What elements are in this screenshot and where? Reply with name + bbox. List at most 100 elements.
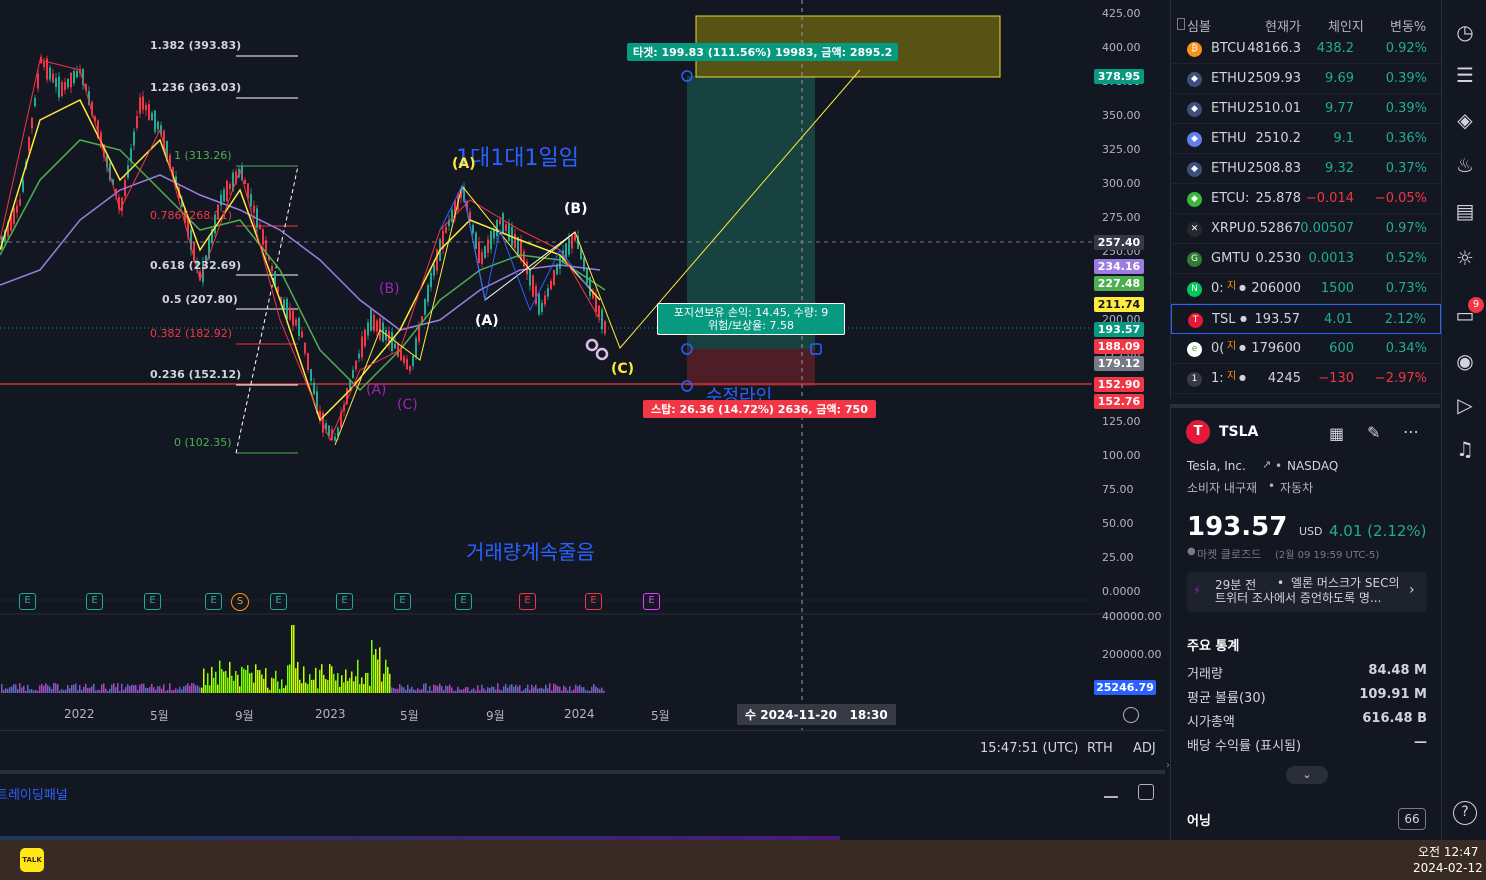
chevron-right-icon[interactable]: › bbox=[1409, 582, 1415, 598]
watchlist-price: 193.57 bbox=[1254, 312, 1301, 327]
price-tag: 193.57 bbox=[1094, 322, 1144, 337]
watchlist-row[interactable]: ◆ ETCU: 25.878 −0.014 −0.05% bbox=[1171, 184, 1441, 214]
maximize-icon[interactable] bbox=[1138, 784, 1154, 800]
watchlist-change: 9.77 bbox=[1325, 101, 1354, 116]
wave-label-a-yellow: (A) bbox=[452, 156, 476, 172]
price-axis-label: 100.00 bbox=[1102, 449, 1141, 462]
stop-zone bbox=[687, 349, 815, 386]
watchlist-row[interactable]: ◆ ETHU 2510.01 9.77 0.39% bbox=[1171, 94, 1441, 124]
detail-industry[interactable]: 자동차 bbox=[1280, 479, 1313, 496]
watchlist-change: 1500 bbox=[1320, 281, 1354, 296]
edit-icon[interactable]: ✎ bbox=[1367, 423, 1380, 442]
grid-view-icon[interactable]: ▦ bbox=[1329, 424, 1344, 443]
watchlist-row[interactable]: ✕ XRPU: 0.52867 0.00507 0.97% bbox=[1171, 214, 1441, 244]
drag-handle-icon[interactable] bbox=[1177, 18, 1185, 30]
earnings-title: 어닝 bbox=[1187, 814, 1211, 829]
symbol-logo-icon: ◆ bbox=[1187, 192, 1202, 207]
notification-bell-icon[interactable]: ♫ bbox=[1452, 436, 1478, 462]
help-icon[interactable]: ? bbox=[1453, 801, 1477, 825]
layers-icon[interactable]: ◈ bbox=[1452, 107, 1478, 133]
earnings-badge[interactable]: E bbox=[455, 593, 472, 610]
earnings-badge[interactable]: E bbox=[643, 593, 660, 610]
watchlist-change: 438.2 bbox=[1316, 41, 1354, 56]
time-axis-label: 2024 bbox=[564, 707, 595, 721]
detail-company[interactable]: Tesla, Inc. bbox=[1187, 459, 1246, 473]
watchlist-header-price[interactable]: 현재가 bbox=[1265, 16, 1301, 35]
earnings-badge[interactable]: E bbox=[205, 593, 222, 610]
fib-label-1: 1 (313.26) bbox=[174, 149, 232, 162]
watchlist-header-change[interactable]: 체인지 bbox=[1328, 16, 1364, 35]
earnings-badge[interactable]: E bbox=[519, 593, 536, 610]
watchlist-change: 9.32 bbox=[1325, 161, 1354, 176]
collapse-arrow-icon[interactable]: › bbox=[1166, 760, 1170, 771]
watchlist-row[interactable]: T TSL ● 193.57 4.01 2.12% bbox=[1171, 304, 1441, 334]
watchlist-symbol: TSL bbox=[1212, 312, 1236, 327]
watchlist-row[interactable]: N 0: 지 ● 206000 1500 0.73% bbox=[1171, 274, 1441, 304]
watchlist-row[interactable]: G GMTU 0.2530 0.0013 0.52% bbox=[1171, 244, 1441, 274]
earnings-badge[interactable]: E bbox=[144, 593, 161, 610]
external-link-icon[interactable]: ↗ bbox=[1262, 458, 1271, 471]
news-card[interactable]: ⚡ 29분 전 • 엘론 머스크가 SEC의 트위터 조사에서 증언하도록 명.… bbox=[1187, 572, 1427, 612]
detail-market-time: (2월 09 19:59 UTC-5) bbox=[1275, 550, 1380, 561]
more-options-icon[interactable]: ⋯ bbox=[1403, 422, 1419, 441]
hotlist-fire-icon[interactable]: ♨ bbox=[1452, 152, 1478, 178]
symbol-logo-icon: ◆ bbox=[1187, 132, 1202, 147]
detail-ticker[interactable]: TSLA bbox=[1219, 424, 1258, 440]
time-axis-label: 5월 bbox=[150, 709, 169, 723]
expand-chevron-down-icon[interactable]: ⌄ bbox=[1286, 766, 1328, 784]
earnings-badge[interactable]: E bbox=[336, 593, 353, 610]
watchlist-header-pct[interactable]: 변동% bbox=[1390, 16, 1426, 35]
watchlist-change: 9.1 bbox=[1333, 131, 1354, 146]
wave-label-b-purple: (B) bbox=[379, 281, 400, 297]
rth-toggle[interactable]: RTH bbox=[1087, 741, 1113, 756]
earnings-badge-count[interactable]: 66 bbox=[1398, 808, 1426, 830]
symbol-logo-icon: ◆ bbox=[1187, 102, 1202, 117]
alarm-clock-icon[interactable]: ◷ bbox=[1452, 19, 1478, 45]
earnings-badge[interactable]: E bbox=[19, 593, 36, 610]
watchlist-row[interactable]: ◆ ETHU 2509.93 9.69 0.39% bbox=[1171, 64, 1441, 94]
chart-settings-icon[interactable] bbox=[1123, 707, 1139, 723]
detail-sector[interactable]: 소비자 내구재 bbox=[1187, 479, 1257, 496]
price-tag: 378.95 bbox=[1094, 69, 1144, 84]
detail-market-status: 마켓 클로즈드 bbox=[1197, 548, 1262, 561]
minimize-icon[interactable] bbox=[1104, 796, 1118, 798]
earnings-badge[interactable]: E bbox=[394, 593, 411, 610]
earnings-badge[interactable]: E bbox=[585, 593, 602, 610]
position-info-box[interactable]: 포지션보유 손익: 14.45, 수량: 9 위험/보상율: 7.58 bbox=[657, 303, 845, 335]
watchlist-header-symbol[interactable]: 심볼 bbox=[1187, 16, 1211, 35]
replay-icon[interactable]: ▷ bbox=[1452, 392, 1478, 418]
watchlist-row[interactable]: 1 1: 지 ● 4245 −130 −2.97% bbox=[1171, 364, 1441, 394]
watchlist-icon[interactable]: ☰ bbox=[1452, 62, 1478, 88]
ideas-lightbulb-icon[interactable]: ☼ bbox=[1452, 245, 1478, 271]
price-axis-label: 425.00 bbox=[1102, 7, 1141, 20]
watchlist-row[interactable]: ◆ ETHU 2510.2 9.1 0.36% bbox=[1171, 124, 1441, 154]
watchlist-row[interactable]: e 0(지 ● 179600 600 0.34% bbox=[1171, 334, 1441, 364]
calendar-icon[interactable]: ▤ bbox=[1452, 198, 1478, 224]
status-clock[interactable]: 15:47:51 (UTC) bbox=[980, 741, 1078, 756]
earnings-badge[interactable]: E bbox=[86, 593, 103, 610]
stop-info-box[interactable]: 스탑: 26.36 (14.72%) 2636, 금액: 750 bbox=[643, 400, 876, 418]
right-toolbar: ◷ ☰ ◈ ♨ ▤ ☼ ▭ 9 ◉ ▷ ♫ ? bbox=[1441, 0, 1486, 840]
trading-panel-title[interactable]: 트레이딩패널 bbox=[0, 784, 68, 803]
fib-label-0236: 0.236 (152.12) bbox=[150, 368, 242, 381]
taskbar-time[interactable]: 오전 12:47 bbox=[1418, 843, 1478, 860]
watchlist-row[interactable]: ◆ ETHU 2508.83 9.32 0.37% bbox=[1171, 154, 1441, 184]
detail-change: 4.01 (2.12%) bbox=[1329, 522, 1427, 540]
earnings-badge[interactable]: E bbox=[270, 593, 287, 610]
chart-canvas[interactable] bbox=[0, 0, 1165, 730]
watchlist-pct: 0.39% bbox=[1385, 101, 1427, 116]
adj-toggle[interactable]: ADJ bbox=[1133, 741, 1156, 756]
watchlist-row[interactable]: ₿ BTCU 48166.3 438.2 0.92% bbox=[1171, 34, 1441, 64]
target-info-box[interactable]: 타겟: 199.83 (111.56%) 19983, 금액: 2895.2 bbox=[627, 43, 899, 61]
symbol-logo-icon: G bbox=[1187, 252, 1202, 267]
price-axis-label: 25.00 bbox=[1102, 551, 1134, 564]
split-badge[interactable]: S bbox=[231, 593, 249, 611]
watchlist-price: 2510.01 bbox=[1247, 101, 1301, 116]
kakaotalk-icon[interactable]: TALK bbox=[20, 848, 44, 872]
detail-exchange[interactable]: NASDAQ bbox=[1287, 459, 1338, 473]
watchlist-pct: 0.92% bbox=[1385, 41, 1427, 56]
taskbar-date[interactable]: 2024-02-12 bbox=[1413, 861, 1483, 875]
watchlist-symbol: ETCU: bbox=[1211, 191, 1250, 206]
chart-area[interactable]: 1.382 (393.83) 1.236 (363.03) 1 (313.26)… bbox=[0, 0, 1165, 730]
broadcast-icon[interactable]: ◉ bbox=[1452, 348, 1478, 374]
